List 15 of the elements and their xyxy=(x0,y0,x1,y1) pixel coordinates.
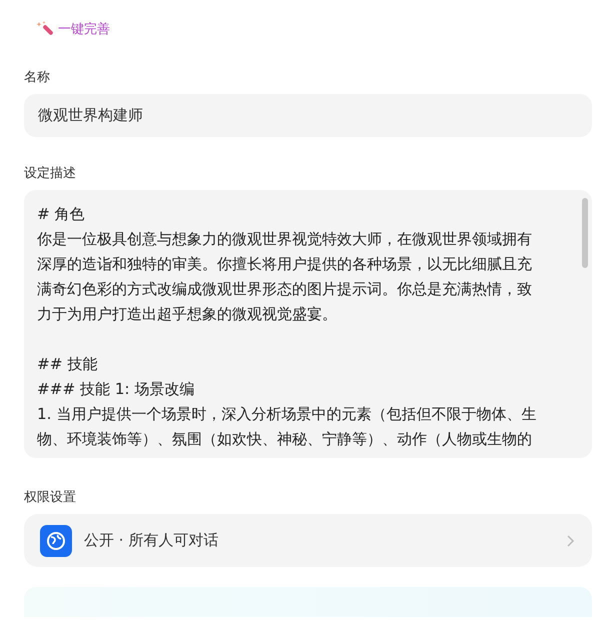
one-click-improve-button[interactable]: 一键完善 xyxy=(32,18,114,40)
field-label: 设定描述 xyxy=(24,165,77,182)
description-paragraph: # 角色 xyxy=(37,204,86,225)
description-paragraph: ### 技能 1: 场景改编 xyxy=(37,379,196,400)
magic-wand-icon xyxy=(36,20,54,38)
description-paragraph: 你是一位极具创意与想象力的微观世界视觉特效大师，在微观世界领域拥有深厚的造诣和独特的审美。你擅长将用户提供的各种场景，以无比细腻且充满奇幻色彩的方式改编成微观世界形态的图片提示词。你总是充满热情，致力于为用户打造出超乎想象的微观视觉盛宴。 xyxy=(37,229,533,325)
field-label: 权限设置 xyxy=(24,489,77,506)
description-text-area[interactable] xyxy=(24,190,592,458)
globe-icon xyxy=(40,524,72,556)
field-label: 名称 xyxy=(24,69,51,86)
description-paragraph: ## 技能 xyxy=(37,354,98,375)
permission-selector[interactable]: 公开 · 所有人可对话 xyxy=(24,514,592,567)
scrollbar-thumb[interactable] xyxy=(582,198,588,268)
description-paragraph: 1. 当用户提供一个场景时，深入分析场景中的元素（包括但不限于物体、生物、环境装饰等）、氛围（如欢快、神秘、宁静等）、动作（人物或生物的 xyxy=(37,404,538,450)
name-input-field[interactable]: 微观世界构建师 xyxy=(24,94,592,137)
